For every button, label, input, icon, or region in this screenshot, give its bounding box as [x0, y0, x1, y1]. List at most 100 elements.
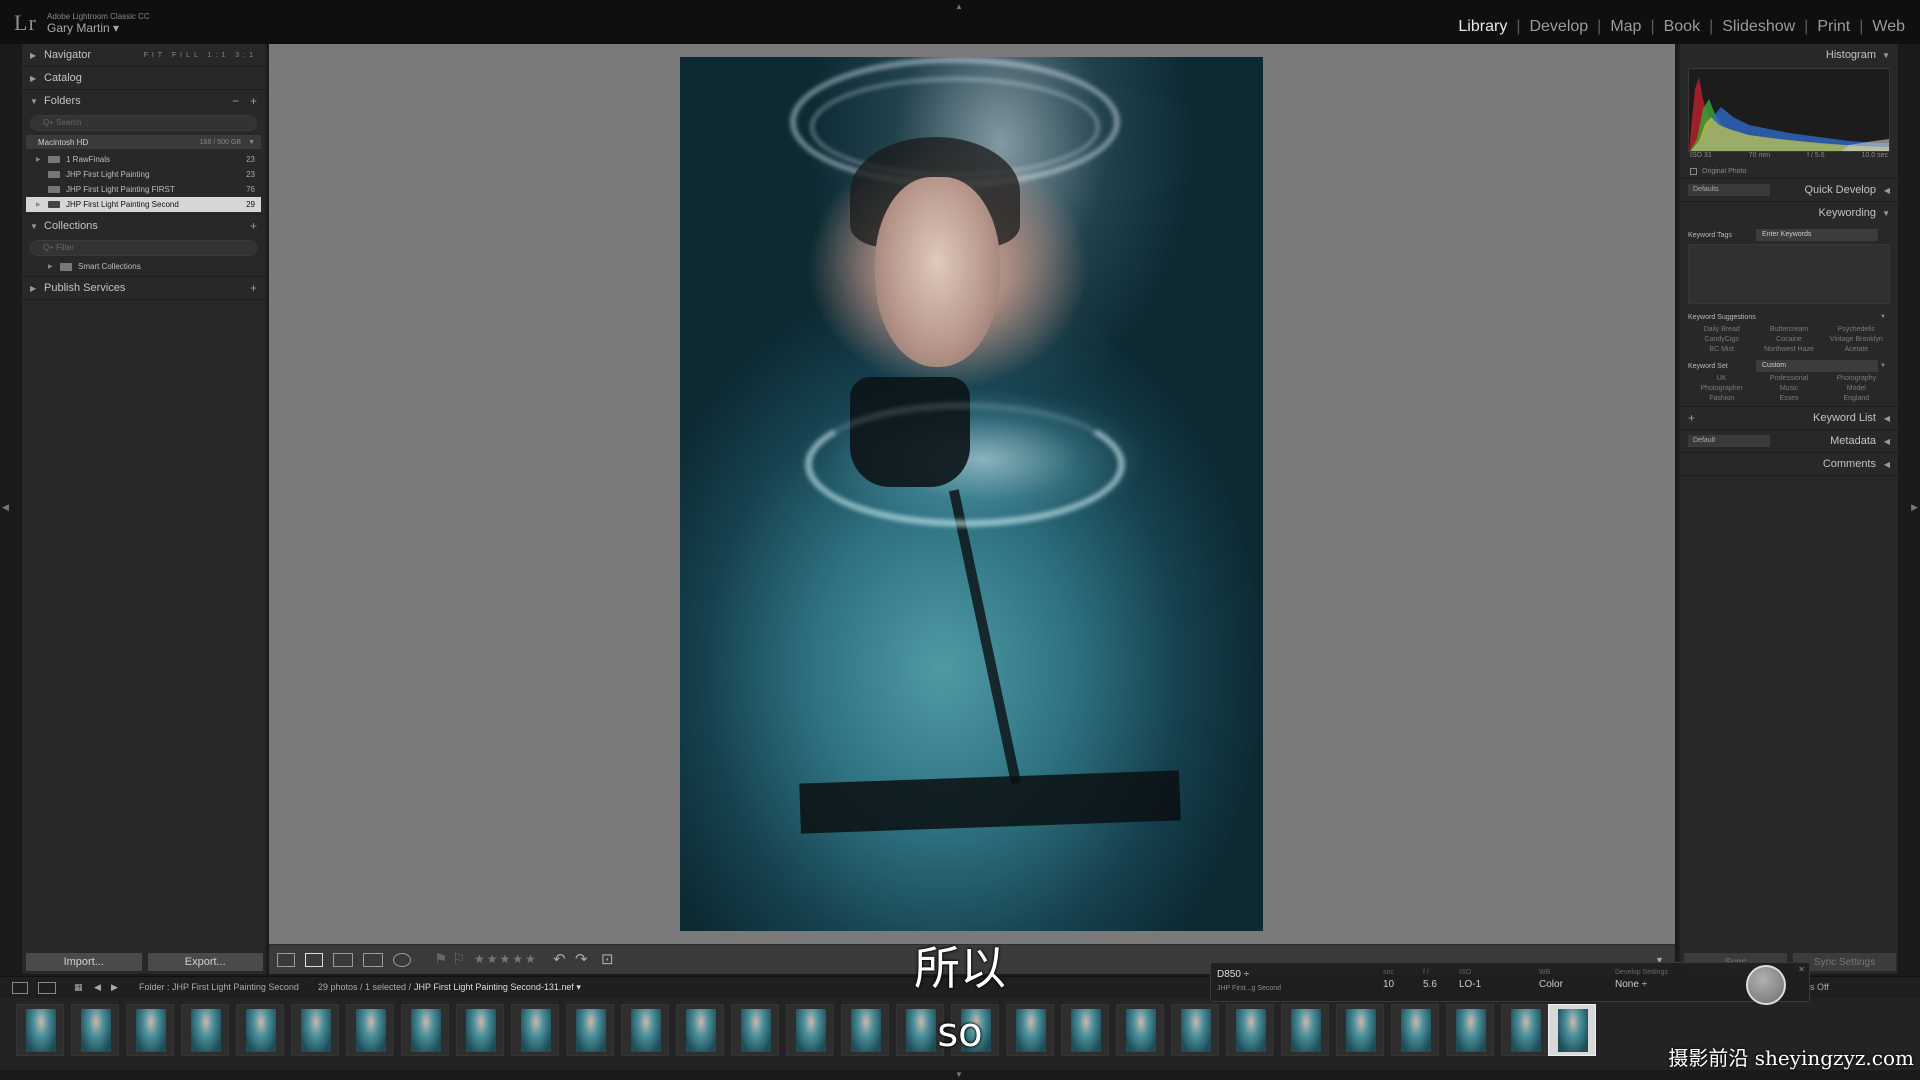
keyword-set-row: Keyword Set Custom ▼ [1688, 359, 1890, 373]
volume-size: 168 / 500 GB [199, 138, 241, 146]
keyword-suggestion[interactable]: Daily Bread [1688, 326, 1755, 333]
module-library[interactable]: Library [1449, 18, 1516, 36]
keyword-suggestion[interactable]: BC Mist [1688, 346, 1755, 353]
loupe-view-canvas[interactable] [269, 44, 1675, 944]
collections-header[interactable]: ▼ Collections + [22, 215, 265, 237]
keyword-set-item[interactable]: Photographer [1688, 385, 1755, 392]
module-develop[interactable]: Develop [1520, 18, 1597, 36]
right-panel-toggle-icon[interactable]: ▶ [1911, 502, 1918, 513]
original-photo-toggle[interactable]: Original Photo [1680, 164, 1898, 178]
collections-filter-input[interactable]: Q+ Filter [30, 240, 257, 256]
module-book[interactable]: Book [1655, 18, 1709, 36]
collapsed-triangle-icon: ◀ [1883, 185, 1890, 195]
identity-plate-bar: Lr Adobe Lightroom Classic CC Gary Marti… [0, 0, 1920, 44]
keywording-header[interactable]: Keywording ▼ [1680, 202, 1898, 224]
main-photo[interactable] [680, 57, 1263, 931]
module-slideshow[interactable]: Slideshow [1713, 18, 1804, 36]
folder-icon [48, 171, 60, 178]
collapsed-triangle-icon: ◀ [1883, 436, 1890, 446]
folder-expand-icon[interactable]: ▶ [36, 201, 48, 208]
collapsed-triangle-icon: ◀ [1883, 459, 1890, 469]
comments-header[interactable]: Comments ◀ [1680, 453, 1898, 475]
folder-row-selected[interactable]: ▶ JHP First Light Painting Second 29 [26, 197, 261, 212]
keyword-suggestions-grid: Daily Bread Buttercream Psychedelic Cand… [1688, 326, 1890, 353]
remove-folder-icon[interactable]: − [232, 94, 239, 108]
keyword-suggestion[interactable]: Buttercream [1755, 326, 1822, 333]
quick-develop-header[interactable]: Defaults Quick Develop ◀ [1680, 179, 1898, 201]
right-panel: Histogram ▼ ISO 31 70 mm f / 5.6 10.0 se… [1678, 44, 1898, 974]
expanded-triangle-icon: ▼ [1882, 208, 1890, 218]
keyword-suggestion[interactable]: Acetate [1823, 346, 1890, 353]
histogram-exif: ISO 31 70 mm f / 5.6 10.0 sec [1680, 152, 1898, 164]
keyword-suggestion[interactable]: Northwest Haze [1755, 346, 1822, 353]
histo-focal: 70 mm [1748, 152, 1771, 159]
metadata-preset-select[interactable]: Default [1688, 435, 1770, 447]
collection-expand-icon[interactable]: ▶ [48, 263, 60, 270]
keyword-suggestion[interactable]: Cocaine [1755, 336, 1822, 343]
keyword-set-item[interactable]: Model [1823, 385, 1890, 392]
folder-row[interactable]: JHP First Light Painting 23 [22, 167, 265, 182]
top-panel-toggle-icon[interactable]: ▲ [955, 2, 963, 11]
module-print[interactable]: Print [1808, 18, 1859, 36]
keyword-list-header[interactable]: + Keyword List ◀ [1680, 407, 1898, 429]
histo-shutter: 10.0 sec [1861, 152, 1888, 159]
folder-icon [48, 156, 60, 163]
module-web[interactable]: Web [1863, 18, 1914, 36]
expanded-triangle-icon: ▼ [30, 221, 38, 231]
navigator-zoom-options[interactable]: FIT FILL 1:1 3:1 [144, 52, 257, 59]
navigator-header[interactable]: ▶ Navigator FIT FILL 1:1 3:1 [22, 44, 265, 66]
expanded-triangle-icon: ▼ [1882, 50, 1890, 60]
keyword-tags-row: Keyword Tags Enter Keywords [1688, 228, 1890, 242]
histogram-header[interactable]: Histogram ▼ [1680, 44, 1898, 66]
publish-services-header[interactable]: ▶ Publish Services + [22, 277, 265, 299]
expanded-triangle-icon: ▼ [30, 96, 38, 106]
keyword-suggestions-header[interactable]: Keyword Suggestions ▼ [1688, 310, 1890, 324]
quick-develop-preset-select[interactable]: Defaults [1688, 184, 1770, 196]
module-picker: Library | Develop | Map | Book | Slideshow | … [1449, 18, 1914, 36]
add-collection-icon[interactable]: + [250, 219, 257, 233]
add-folder-icon[interactable]: + [250, 94, 257, 108]
keyword-tags-textarea[interactable] [1688, 244, 1890, 304]
keyword-suggestion[interactable]: Vintage Brooklyn [1823, 336, 1890, 343]
volume-dropdown-icon[interactable]: ▼ [248, 139, 255, 146]
keyword-tags-select[interactable]: Enter Keywords [1756, 229, 1878, 241]
collapsed-triangle-icon: ▶ [30, 50, 37, 60]
subtitle-english: so [937, 1010, 983, 1056]
collapsed-triangle-icon: ▶ [30, 73, 37, 83]
folder-row[interactable]: ▶ 1 RawFinals 23 [22, 152, 265, 167]
bottom-panel-toggle-icon[interactable]: ▼ [955, 1070, 963, 1079]
metadata-header[interactable]: Default Metadata ◀ [1680, 430, 1898, 452]
app-name: Adobe Lightroom Classic CC [47, 12, 150, 21]
catalog-header[interactable]: ▶ Catalog [22, 67, 265, 89]
add-publish-service-icon[interactable]: + [250, 281, 257, 295]
subtitle-chinese: 所以 [914, 941, 1006, 995]
left-panel-toggle-icon[interactable]: ◀ [2, 502, 9, 513]
folder-expand-icon[interactable]: ▶ [36, 156, 48, 163]
folder-row[interactable]: JHP First Light Painting FIRST 76 [22, 182, 265, 197]
histogram-graph[interactable] [1688, 68, 1890, 152]
folders-search-input[interactable]: Q+ Search [30, 115, 257, 131]
folders-header[interactable]: ▼ Folders − + [22, 90, 265, 112]
keyword-set-item[interactable]: UK [1688, 375, 1755, 382]
keyword-set-item[interactable]: Essex [1755, 395, 1822, 402]
keyword-set-item[interactable]: Fashion [1688, 395, 1755, 402]
keyword-suggestion[interactable]: CandyCigs [1688, 336, 1755, 343]
original-photo-checkbox[interactable] [1690, 167, 1697, 175]
left-panel: ▶ Navigator FIT FILL 1:1 3:1 ▶ Catalog ▼… [22, 44, 267, 974]
keyword-set-item[interactable]: Photography [1823, 375, 1890, 382]
keyword-set-item[interactable]: Music [1755, 385, 1822, 392]
keyword-suggestion[interactable]: Psychedelic [1823, 326, 1890, 333]
expanded-triangle-icon: ▼ [1880, 363, 1886, 369]
collapsed-triangle-icon: ◀ [1883, 413, 1890, 423]
watermark: 摄影前沿 sheyingzyz.com [1668, 1046, 1914, 1070]
folder-icon [48, 186, 60, 193]
module-map[interactable]: Map [1601, 18, 1650, 36]
keyword-set-select[interactable]: Custom [1756, 360, 1878, 372]
collection-set-icon [60, 262, 72, 271]
keyword-set-item[interactable]: England [1823, 395, 1890, 402]
volume-macintosh-hd[interactable]: Macintosh HD 168 / 500 GB ▼ [26, 135, 261, 149]
user-name[interactable]: Gary Martin ▾ [47, 21, 119, 35]
keyword-set-item[interactable]: Professional [1755, 375, 1822, 382]
add-keyword-icon[interactable]: + [1688, 411, 1695, 425]
collection-set-smart[interactable]: ▶ Smart Collections [22, 259, 265, 274]
